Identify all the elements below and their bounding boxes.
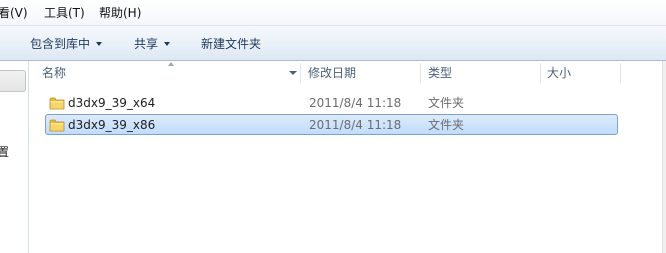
include-in-library-label: 包含到库中	[30, 37, 91, 51]
column-header-row: 名称 修改日期 类型 大小	[30, 61, 666, 86]
column-header-type[interactable]: 类型	[428, 61, 540, 85]
folder-icon	[49, 97, 65, 110]
share-label: 共享	[134, 37, 159, 51]
chevron-down-icon	[96, 41, 103, 46]
column-header-size[interactable]: 大小	[547, 61, 617, 85]
nav-item-label[interactable]: 置	[0, 143, 9, 160]
scrollbar-edge[interactable]	[662, 61, 666, 253]
include-in-library-button[interactable]: 包含到库中	[30, 35, 103, 53]
menu-help[interactable]: 帮助(H)	[99, 5, 141, 21]
menu-view[interactable]: 看(V)	[0, 5, 28, 21]
file-type: 文件夹	[428, 96, 465, 110]
command-bar: 包含到库中 共享 新建文件夹	[0, 26, 666, 61]
share-button[interactable]: 共享	[134, 35, 171, 53]
chevron-down-icon[interactable]	[289, 71, 297, 75]
column-divider[interactable]	[300, 63, 301, 83]
column-divider[interactable]	[420, 63, 421, 83]
menu-bar: 看(V) 工具(T) 帮助(H)	[0, 0, 666, 26]
column-divider[interactable]	[540, 63, 541, 83]
file-date-modified: 2011/8/4 11:18	[309, 118, 402, 132]
nav-selected-item[interactable]	[0, 70, 26, 92]
file-row[interactable]: d3dx9_39_x64 2011/8/4 11:18 文件夹	[45, 92, 618, 113]
chevron-down-icon	[164, 41, 171, 46]
column-date-label: 修改日期	[308, 66, 357, 80]
column-type-label: 类型	[428, 66, 453, 80]
navigation-pane[interactable]: 置	[0, 61, 29, 253]
column-header-date-modified[interactable]: 修改日期	[308, 61, 420, 85]
column-size-label: 大小	[547, 66, 572, 80]
file-row[interactable]: d3dx9_39_x86 2011/8/4 11:18 文件夹	[45, 114, 618, 135]
file-name: d3dx9_39_x64	[68, 96, 156, 110]
new-folder-label: 新建文件夹	[201, 37, 262, 51]
folder-icon	[49, 119, 65, 132]
file-date-modified: 2011/8/4 11:18	[309, 96, 402, 110]
file-type: 文件夹	[428, 118, 465, 132]
new-folder-button[interactable]: 新建文件夹	[201, 35, 261, 53]
menu-tools[interactable]: 工具(T)	[44, 5, 85, 21]
file-name: d3dx9_39_x86	[68, 118, 156, 132]
column-divider[interactable]	[620, 63, 621, 83]
column-header-name[interactable]: 名称	[42, 61, 302, 85]
column-name-label: 名称	[42, 66, 67, 80]
